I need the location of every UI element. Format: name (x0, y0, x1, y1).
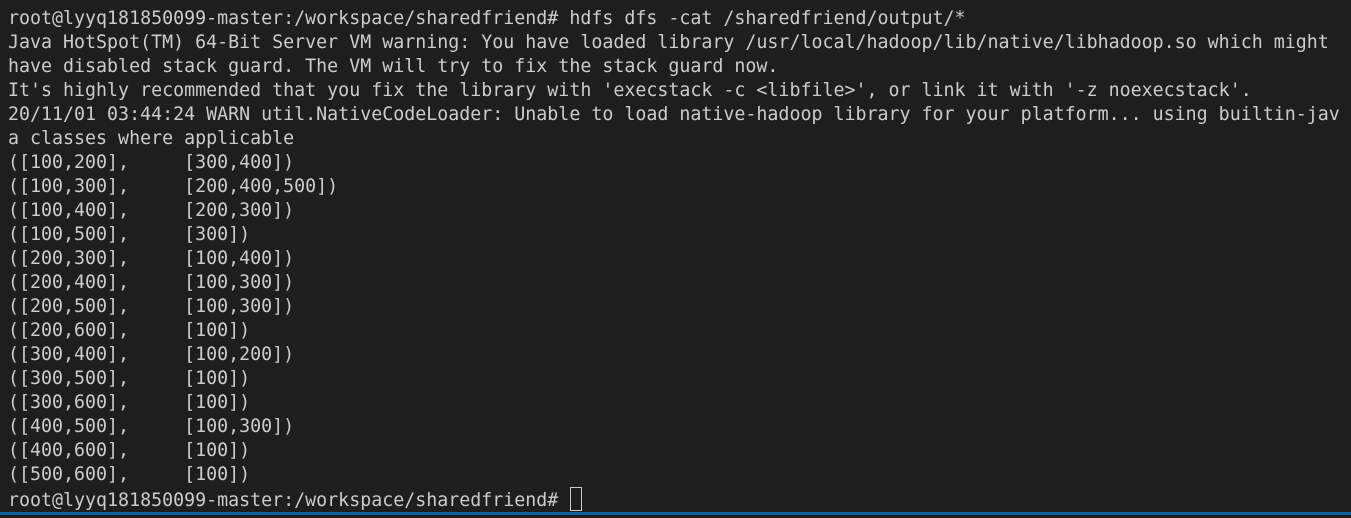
terminal-line-warning: 20/11/01 03:44:24 WARN util.NativeCodeLo… (8, 104, 1340, 125)
terminal-line-warning: have disabled stack guard. The VM will t… (8, 56, 779, 77)
terminal-output-row: ([100,500], [300]) (8, 224, 251, 245)
terminal-output-row: ([200,500], [100,300]) (8, 296, 295, 317)
terminal-output-row: ([300,500], [100]) (8, 368, 251, 389)
terminal-output-row: ([100,200], [300,400]) (8, 152, 295, 173)
terminal-line-command: root@lyyq181850099-master:/workspace/sha… (8, 8, 966, 29)
terminal-output-row: ([300,600], [100]) (8, 392, 251, 413)
terminal-line-warning: Java HotSpot(TM) 64-Bit Server VM warnin… (8, 32, 1329, 53)
terminal-output-row: ([200,300], [100,400]) (8, 248, 295, 269)
panel-bottom-border (0, 512, 1351, 515)
terminal-output-row: ([200,400], [100,300]) (8, 272, 295, 293)
terminal-output-row: ([200,600], [100]) (8, 320, 251, 341)
terminal-line-warning: It's highly recommended that you fix the… (8, 80, 1252, 101)
terminal-output-row: ([300,400], [100,200]) (8, 344, 295, 365)
terminal-output-row: ([100,300], [200,400,500]) (8, 176, 339, 197)
terminal-output-row: ([400,600], [100]) (8, 440, 251, 461)
terminal-output-row: ([100,400], [200,300]) (8, 200, 295, 221)
terminal-line-warning: a classes where applicable (8, 128, 295, 149)
terminal-prompt-line[interactable]: root@lyyq181850099-master:/workspace/sha… (8, 487, 1351, 511)
terminal-output-row: ([400,500], [100,300]) (8, 416, 295, 437)
text-cursor (570, 487, 583, 511)
terminal-output-row: ([500,600], [100]) (8, 464, 251, 485)
terminal-window[interactable]: root@lyyq181850099-master:/workspace/sha… (0, 0, 1351, 515)
shell-prompt: root@lyyq181850099-master:/workspace/sha… (8, 490, 570, 511)
